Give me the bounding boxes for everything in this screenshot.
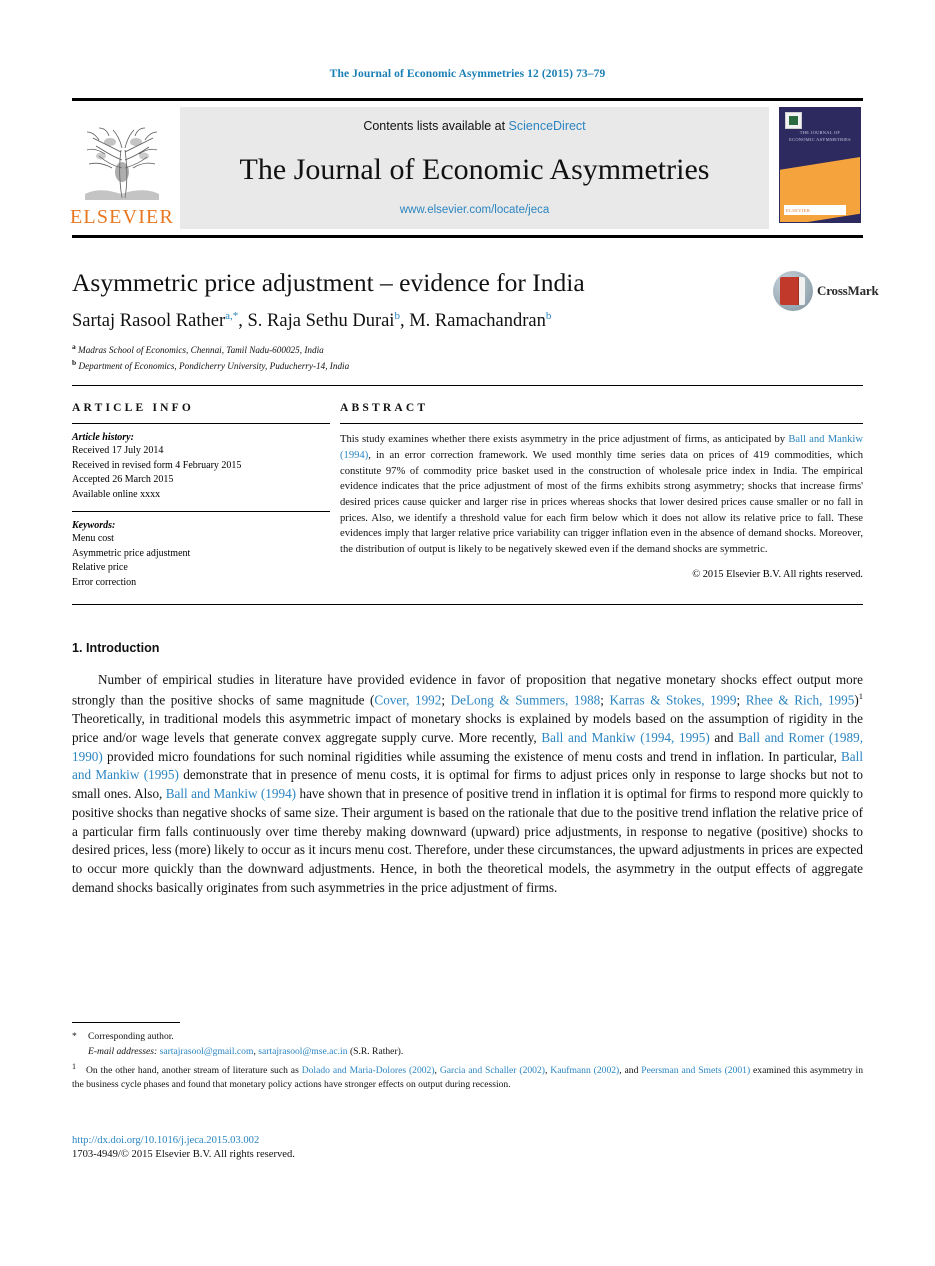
- article-info-heading: ARTICLE INFO: [72, 402, 195, 415]
- abstract-part-1: This study examines whether there exists…: [340, 434, 789, 446]
- elsevier-logo: ELSEVIER: [69, 107, 175, 229]
- citation-ball-mankiw-1994-1995[interactable]: Ball and Mankiw (1994, 1995): [541, 730, 709, 745]
- running-head: The Journal of Economic Asymmetries 12 (…: [329, 68, 606, 80]
- introduction-section: 1. Introduction Number of empirical stud…: [72, 641, 863, 897]
- history-accepted: Accepted 26 March 2015: [72, 474, 174, 486]
- journal-cover-thumbnail: THE JOURNAL OF ECONOMIC ASYMMETRIES ELSE…: [779, 107, 863, 229]
- contents-available-line: Contents lists available at ScienceDirec…: [363, 119, 585, 133]
- footnote-1: 1 On the other hand, another stream of li…: [72, 1062, 863, 1091]
- cover-image: THE JOURNAL OF ECONOMIC ASYMMETRIES ELSE…: [779, 107, 861, 223]
- author-list: Sartaj Rasool Rathera,*, S. Raja Sethu D…: [72, 310, 552, 332]
- abstract-column: ABSTRACT This study examines whether the…: [340, 402, 863, 590]
- page-content: The Journal of Economic Asymmetries 12 (…: [69, 0, 879, 897]
- keywords-label: Keywords:: [72, 520, 116, 532]
- info-top-rule: [72, 385, 863, 387]
- abstract-bottom-rule: [72, 604, 863, 606]
- footnote-corresponding-author: * Corresponding author.: [72, 1030, 863, 1044]
- keywords-rule: [72, 511, 330, 513]
- article-info-rule: [72, 423, 330, 425]
- footnote-ref-1[interactable]: 1: [859, 691, 863, 701]
- cover-publisher-mark-icon: [785, 112, 802, 129]
- affiliation-b: b Department of Economics, Pondicherry U…: [72, 357, 350, 371]
- citation-peersman-smets-2001[interactable]: Peersman and Smets (2001): [641, 1065, 750, 1076]
- abstract-copyright: © 2015 Elsevier B.V. All rights reserved…: [692, 568, 863, 580]
- footer-block: http://dx.doi.org/10.1016/j.jeca.2015.03…: [72, 1134, 572, 1163]
- footnote-marker-asterisk: *: [72, 1031, 77, 1042]
- citation-rhee-rich-1995[interactable]: Rhee & Rich, 1995: [746, 692, 855, 707]
- citation-kaufmann-2002[interactable]: Kaufmann (2002): [550, 1065, 619, 1076]
- citation-garcia-schaller-2002[interactable]: Garcia and Schaller (2002): [440, 1065, 545, 1076]
- cover-title-text: THE JOURNAL OF ECONOMIC ASYMMETRIES: [789, 130, 851, 142]
- masthead-bottom-rule: [72, 235, 863, 238]
- journal-masthead: ELSEVIER Contents lists available at Sci…: [69, 98, 863, 229]
- citation-dolado-maria-dolores-2002[interactable]: Dolado and Maria-Dolores (2002): [302, 1065, 435, 1076]
- article-info-column: ARTICLE INFO Article history: Received 1…: [72, 402, 330, 590]
- corresponding-author-text: Corresponding author.: [88, 1031, 174, 1042]
- footnotes-block: * Corresponding author. E-mail addresses:…: [72, 1022, 863, 1093]
- intro-text-4: provided micro foundations for such nomi…: [102, 748, 842, 764]
- footnote-emails: E-mail addresses: sartajrasool@gmail.com…: [88, 1045, 404, 1057]
- email-label: E-mail addresses:: [88, 1045, 158, 1057]
- elsevier-tree-icon: [79, 120, 165, 206]
- crossmark-badge[interactable]: CrossMark: [773, 270, 879, 312]
- doi-link[interactable]: http://dx.doi.org/10.1016/j.jeca.2015.03…: [72, 1134, 572, 1148]
- affiliation-a: a Madras School of Economics, Chennai, T…: [72, 342, 324, 356]
- email-author-suffix: (S.R. Rather).: [349, 1045, 404, 1057]
- citation-karras-stokes-1999[interactable]: Karras & Stokes, 1999: [610, 692, 737, 707]
- citation-cover-1992[interactable]: Cover, 1992: [374, 692, 441, 707]
- footnote-marker-1: 1: [72, 1062, 76, 1072]
- keyword-item: Error correction: [72, 576, 137, 588]
- citation-delong-summers-1988[interactable]: DeLong & Summers, 1988: [451, 692, 601, 707]
- sciencedirect-link[interactable]: ScienceDirect: [509, 119, 586, 133]
- abstract-rule: [340, 423, 863, 425]
- history-received: Received 17 July 2014: [72, 445, 164, 457]
- keyword-item: Relative price: [72, 562, 128, 574]
- history-online: Available online xxxx: [72, 488, 161, 500]
- info-abstract-row: ARTICLE INFO Article history: Received 1…: [72, 402, 863, 590]
- crossmark-label: CrossMark: [817, 283, 879, 298]
- abstract-text: This study examines whether there exists…: [340, 432, 863, 557]
- crossmark-icon: [773, 271, 813, 311]
- elsevier-wordmark: ELSEVIER: [69, 206, 175, 228]
- article-history-label: Article history:: [72, 432, 134, 444]
- footnote-1-text-1: On the other hand, another stream of lit…: [86, 1065, 302, 1077]
- email-link-gmail[interactable]: sartajrasool@gmail.com: [160, 1046, 254, 1057]
- footnote-separator-rule: [72, 1022, 180, 1023]
- email-link-mse[interactable]: sartajrasool@mse.ac.in: [258, 1046, 347, 1057]
- article-first-page: The Journal of Economic Asymmetries 12 (…: [0, 0, 935, 1266]
- column-gap: [330, 402, 340, 590]
- title-block: Asymmetric price adjustment – evidence f…: [72, 268, 879, 373]
- journal-title: The Journal of Economic Asymmetries: [239, 152, 710, 186]
- abstract-part-2: , in an error correction framework. We u…: [340, 449, 863, 555]
- citation-ball-mankiw-1994[interactable]: Ball and Mankiw (1994): [166, 786, 296, 801]
- keyword-item: Asymmetric price adjustment: [72, 547, 191, 559]
- journal-homepage-url[interactable]: www.elsevier.com/locate/jeca: [400, 204, 550, 216]
- section-heading-introduction: 1. Introduction: [72, 641, 160, 656]
- journal-band: Contents lists available at ScienceDirec…: [180, 107, 769, 229]
- cover-elsevier-band: ELSEVIER: [784, 205, 846, 215]
- history-revised: Received in revised form 4 February 2015: [72, 459, 242, 471]
- keywords-block: Keywords: Menu cost Asymmetric price adj…: [72, 511, 330, 590]
- affiliation-list: a Madras School of Economics, Chennai, T…: [72, 342, 863, 373]
- keyword-item: Menu cost: [72, 533, 114, 545]
- crossmark-book-icon: [780, 277, 805, 305]
- intro-text-3: and: [709, 729, 739, 745]
- intro-text-6: have shown that in presence of positive …: [72, 786, 863, 895]
- issn-copyright-line: 1703-4949/© 2015 Elsevier B.V. All right…: [72, 1149, 295, 1161]
- introduction-paragraph-1: Number of empirical studies in literatur…: [72, 672, 864, 895]
- abstract-heading: ABSTRACT: [340, 402, 429, 415]
- contents-prefix: Contents lists available at: [363, 119, 509, 133]
- page-title: Asymmetric price adjustment – evidence f…: [72, 268, 585, 297]
